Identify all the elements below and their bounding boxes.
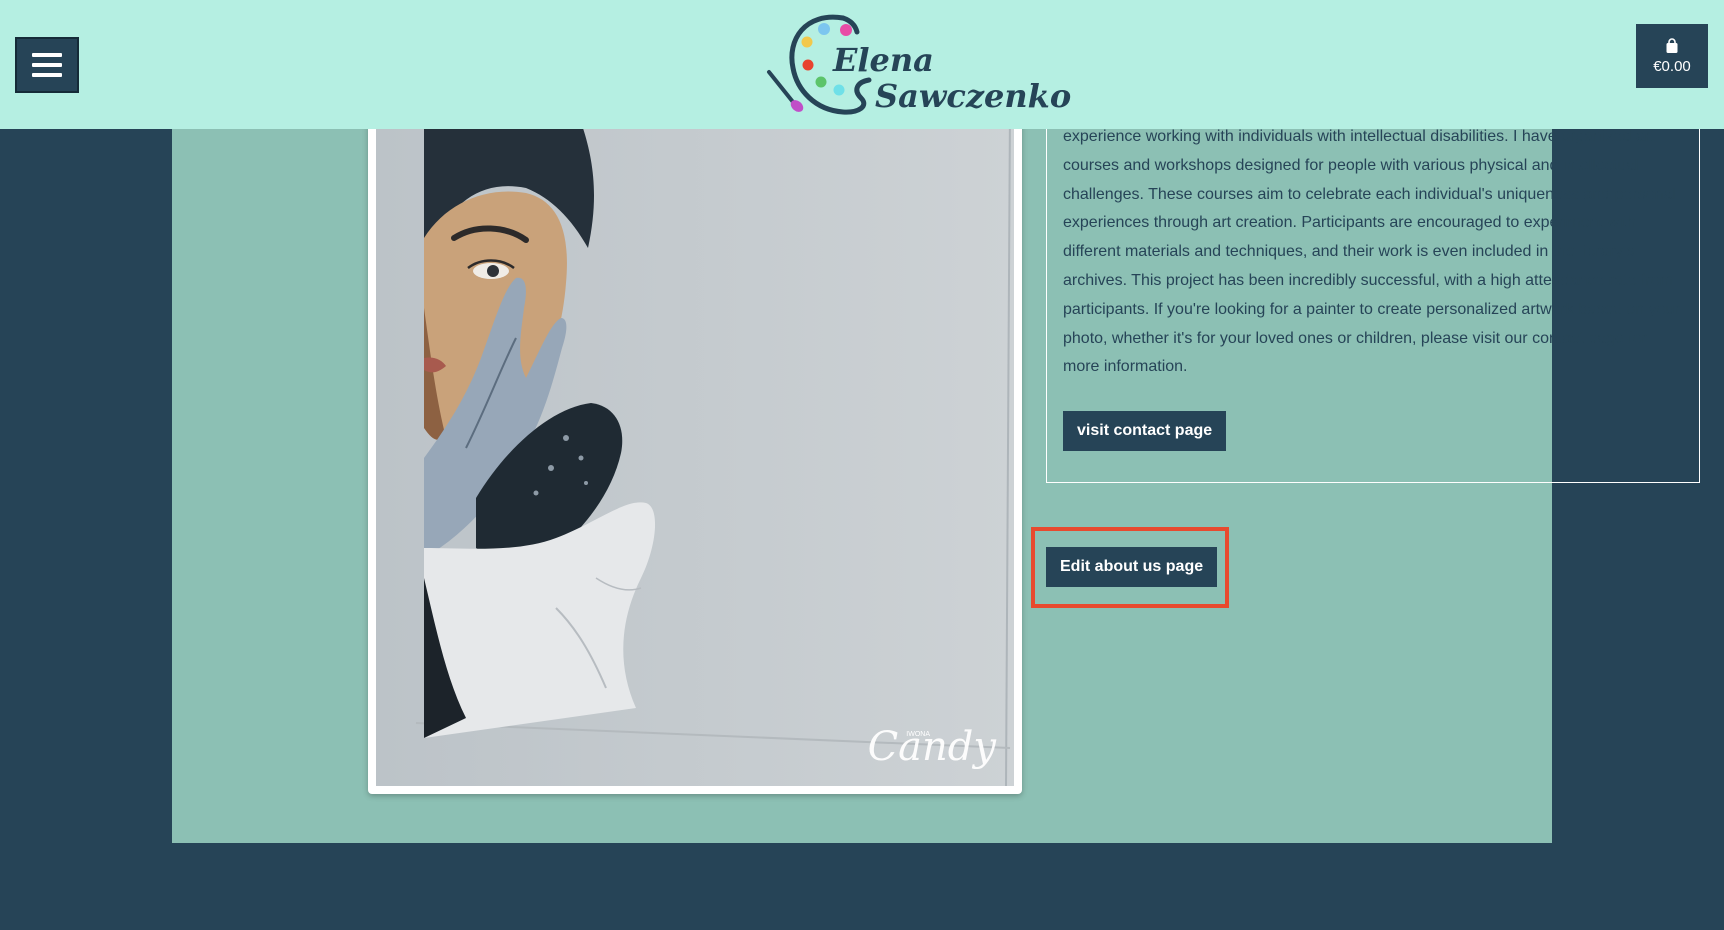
hamburger-menu-button[interactable] — [15, 37, 79, 93]
site-header: Elena Sawczenko €0.00 — [0, 0, 1724, 129]
logo-name-last: Sawczenko — [875, 77, 1072, 115]
cart-total: €0.00 — [1653, 57, 1691, 75]
edit-about-us-button[interactable]: Edit about us page — [1046, 547, 1218, 587]
shopping-bag-icon — [1666, 37, 1678, 53]
about-text-card: experience working with individuals with… — [1046, 100, 1700, 483]
painting-image: IWONA Candy — [376, 108, 1014, 786]
visit-contact-page-button[interactable]: visit contact page — [1063, 411, 1227, 451]
menu-icon-bar — [32, 53, 62, 57]
watermark-logo: Candy — [867, 724, 996, 770]
site-logo[interactable]: Elena Sawczenko — [765, 10, 1071, 120]
cart-button[interactable]: €0.00 — [1636, 24, 1708, 88]
logo-name-first: Elena — [833, 41, 934, 79]
portrait-painting — [376, 108, 1014, 786]
menu-icon-bar — [32, 63, 62, 67]
painting-frame: IWONA Candy — [368, 100, 1022, 794]
about-description: experience working with individuals with… — [1063, 128, 1680, 376]
menu-icon-bar — [32, 73, 62, 77]
